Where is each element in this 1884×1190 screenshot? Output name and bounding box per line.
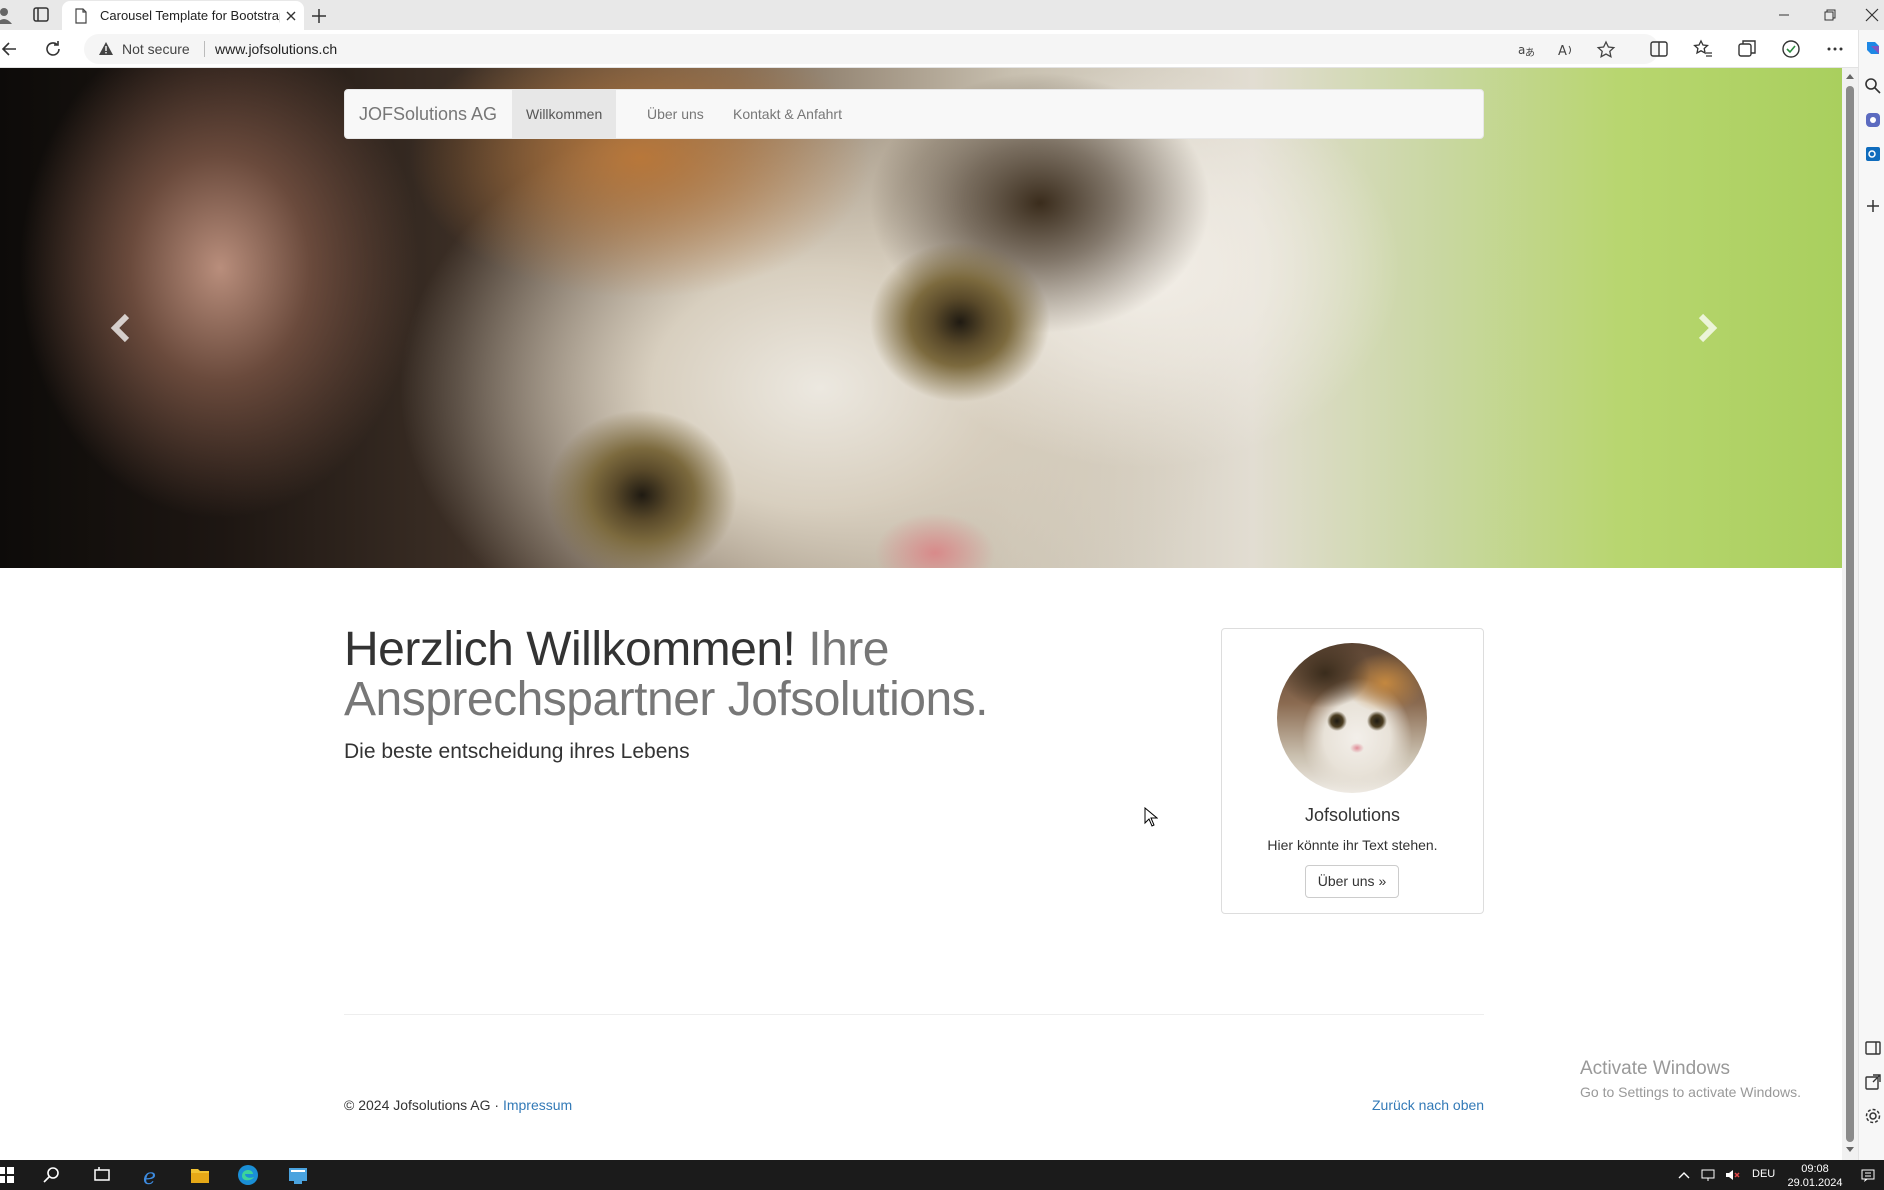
edge-browser-icon[interactable] — [236, 1163, 260, 1187]
tab-title: Carousel Template for Bootstrap — [100, 8, 280, 23]
search-icon[interactable] — [1863, 76, 1883, 96]
avatar — [1277, 643, 1427, 793]
svg-text:あ: あ — [1525, 47, 1535, 59]
read-aloud-icon[interactable]: A — [1556, 40, 1576, 60]
browser-essentials-icon[interactable] — [1780, 38, 1802, 60]
svg-text:e: e — [143, 1165, 156, 1187]
minimize-icon[interactable] — [1772, 4, 1796, 26]
network-icon[interactable] — [1700, 1167, 1716, 1183]
card-text: Hier könnte ihr Text stehen. — [1267, 837, 1438, 853]
input-language[interactable]: DEU — [1752, 1168, 1775, 1180]
copilot-icon[interactable] — [1863, 38, 1883, 58]
security-label[interactable]: Not secure — [122, 41, 190, 57]
task-view-icon[interactable] — [90, 1163, 114, 1187]
footer-copyright: © 2024 Jofsolutions AG · Impressum — [344, 1097, 572, 1113]
footer-divider — [344, 1014, 1484, 1015]
start-icon[interactable] — [0, 1163, 18, 1187]
scrollbar-thumb[interactable] — [1846, 86, 1854, 1142]
sidebar-panel-icon[interactable] — [1863, 1038, 1883, 1058]
close-window-icon[interactable] — [1860, 4, 1884, 26]
mouse-cursor-icon — [1144, 807, 1158, 827]
address-divider — [204, 41, 205, 57]
taskbar-clock[interactable]: 09:08 29.01.2024 — [1782, 1162, 1848, 1190]
new-tab-icon[interactable] — [308, 5, 330, 27]
carousel-slide-image[interactable] — [0, 68, 1842, 568]
back-icon[interactable] — [0, 38, 22, 60]
file-explorer-icon[interactable] — [188, 1163, 212, 1187]
ueber-uns-button[interactable]: Über uns » — [1305, 865, 1399, 898]
carousel-next-icon[interactable] — [1686, 308, 1726, 348]
watermark-title: Activate Windows — [1580, 1058, 1730, 1079]
restore-icon[interactable] — [1818, 4, 1842, 26]
navbar-brand[interactable]: JOFSolutions AG — [359, 104, 497, 125]
taskbar-search-icon[interactable] — [40, 1163, 64, 1187]
address-bar[interactable]: Not secure www.jofsolutions.ch aあ A — [84, 34, 1659, 64]
page-heading: Herzlich Willkommen! Ihre Ansprechspartn… — [344, 625, 1074, 725]
watermark-subtitle: Go to Settings to activate Windows. — [1580, 1084, 1801, 1100]
copyright-text: © 2024 Jofsolutions AG · — [344, 1097, 500, 1113]
tools-icon[interactable] — [1863, 110, 1883, 130]
nav-link-willkommen[interactable]: Willkommen — [512, 90, 617, 138]
scroll-up-icon[interactable] — [1845, 72, 1855, 80]
open-external-icon[interactable] — [1863, 1072, 1883, 1092]
refresh-icon[interactable] — [42, 38, 64, 60]
profile-icon[interactable] — [0, 4, 16, 26]
internet-explorer-icon[interactable]: e — [140, 1163, 164, 1187]
collections-icon[interactable] — [1736, 38, 1758, 60]
nav-link-kontakt[interactable]: Kontakt & Anfahrt — [719, 90, 856, 138]
favorite-star-icon[interactable] — [1596, 40, 1616, 60]
clock-date: 29.01.2024 — [1787, 1177, 1843, 1189]
back-to-top-link[interactable]: Zurück nach oben — [1372, 1097, 1484, 1113]
tab-active[interactable]: Carousel Template for Bootstrap — [62, 1, 304, 30]
profile-card: Jofsolutions Hier könnte ihr Text stehen… — [1221, 628, 1484, 914]
carousel-prev-icon[interactable] — [102, 308, 142, 348]
outlook-icon[interactable] — [1863, 144, 1883, 164]
warning-icon[interactable] — [98, 41, 114, 57]
card-title: Jofsolutions — [1304, 805, 1401, 825]
page-viewport: JOFSolutions AG Willkommen Über uns Kont… — [0, 68, 1842, 1160]
translate-icon[interactable]: aあ — [1516, 40, 1536, 60]
browser-sidebar — [1858, 30, 1884, 1160]
address-toolbar: Not secure www.jofsolutions.ch aあ A — [0, 30, 1884, 68]
heading-main: Herzlich Willkommen! — [344, 623, 796, 676]
page-icon — [75, 8, 87, 24]
add-sidebar-app-icon[interactable] — [1863, 196, 1883, 216]
notifications-icon[interactable] — [1860, 1167, 1876, 1183]
tray-chevron-icon[interactable] — [1676, 1167, 1692, 1183]
browser-tab-strip: Carousel Template for Bootstrap — [0, 0, 1884, 30]
site-navbar: JOFSolutions AG Willkommen Über uns Kont… — [344, 89, 1484, 139]
tab-actions-icon[interactable] — [30, 5, 52, 25]
settings-gear-icon[interactable] — [1863, 1106, 1883, 1126]
split-screen-icon[interactable] — [1648, 38, 1670, 60]
windows-taskbar: e DEU 09:08 29.01.2024 — [0, 1160, 1884, 1190]
lead-text: Die beste entscheidung ihres Lebens — [344, 740, 690, 763]
remote-desktop-icon[interactable] — [286, 1163, 310, 1187]
more-options-icon[interactable] — [1824, 38, 1846, 60]
svg-text:A: A — [1558, 44, 1567, 59]
activate-windows-watermark: Activate Windows Go to Settings to activ… — [1580, 1058, 1801, 1100]
impressum-link[interactable]: Impressum — [503, 1097, 572, 1113]
nav-link-ueber-uns[interactable]: Über uns — [633, 90, 718, 138]
clock-time: 09:08 — [1801, 1163, 1829, 1175]
close-tab-icon[interactable] — [282, 7, 300, 25]
scroll-down-icon[interactable] — [1845, 1146, 1855, 1154]
url-text[interactable]: www.jofsolutions.ch — [215, 41, 337, 57]
favorites-icon[interactable] — [1692, 38, 1714, 60]
page-scrollbar[interactable] — [1842, 68, 1858, 1160]
volume-muted-icon[interactable] — [1724, 1167, 1740, 1183]
